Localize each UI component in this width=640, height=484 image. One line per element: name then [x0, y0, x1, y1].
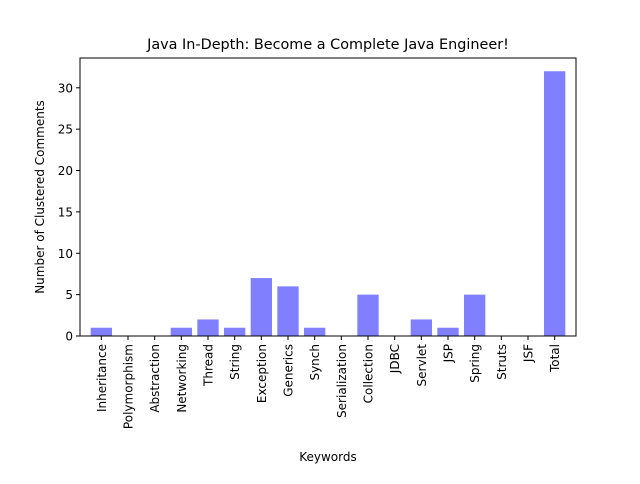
y-axis-title: Number of Clustered Comments — [33, 100, 47, 294]
x-tick-label-exception: Exception — [255, 344, 269, 403]
axes-layer — [79, 57, 577, 337]
bar-thread — [197, 319, 219, 336]
bar-networking — [170, 327, 192, 336]
bar-collection — [357, 294, 379, 336]
ticks-layer: 0 5 10 15 20 25 30 Inheritance Polymorphism Abstr… — [58, 81, 562, 429]
y-tick-label-30: 30 — [58, 81, 73, 95]
x-tick-label-polymorphism: Polymorphism — [122, 344, 136, 429]
x-tick-label-thread: Thread — [202, 344, 216, 387]
bar-synch — [304, 327, 326, 336]
bar-spring — [464, 294, 486, 336]
x-tick-label-abstraction: Abstraction — [148, 344, 162, 413]
x-tick-label-generics: Generics — [282, 344, 296, 397]
y-tick-label-25: 25 — [58, 123, 73, 137]
x-tick-label-jsf: JSF — [522, 344, 536, 363]
bar-exception — [250, 278, 272, 336]
y-tick-label-0: 0 — [65, 330, 73, 344]
x-tick-label-serialization: Serialization — [335, 344, 349, 418]
bar-string — [224, 327, 246, 336]
x-tick-label-collection: Collection — [362, 344, 376, 403]
bar-total — [544, 71, 566, 337]
x-tick-label-jdbc: JDBC — [388, 344, 402, 374]
y-tick-label-20: 20 — [58, 164, 73, 178]
plot-frame — [79, 57, 577, 337]
x-tick-label-string: String — [228, 344, 242, 380]
bar-chart: Java In-Depth: Become a Complete Java En… — [33, 37, 577, 464]
bar-jsp — [437, 327, 459, 336]
x-tick-label-spring: Spring — [468, 344, 482, 383]
y-tick-label-15: 15 — [58, 205, 73, 219]
x-tick-label-total: Total — [548, 344, 562, 373]
bar-generics — [277, 286, 299, 336]
chart-container: Java In-Depth: Become a Complete Java En… — [0, 0, 640, 480]
x-tick-label-networking: Networking — [175, 344, 189, 413]
y-tick-label-5: 5 — [65, 288, 73, 302]
bars-layer — [90, 71, 566, 337]
x-tick-label-servlet: Servlet — [415, 344, 429, 387]
x-tick-label-synch: Synch — [308, 344, 322, 381]
x-tick-label-jsp: JSP — [442, 344, 456, 363]
x-tick-label-inheritance: Inheritance — [95, 344, 109, 412]
y-tick-label-10: 10 — [58, 247, 73, 261]
bar-servlet — [410, 319, 432, 336]
x-axis-title: Keywords — [299, 450, 357, 464]
bar-inheritance — [90, 327, 112, 336]
chart-title: Java In-Depth: Become a Complete Java En… — [146, 37, 509, 53]
x-tick-label-struts: Struts — [495, 344, 509, 380]
